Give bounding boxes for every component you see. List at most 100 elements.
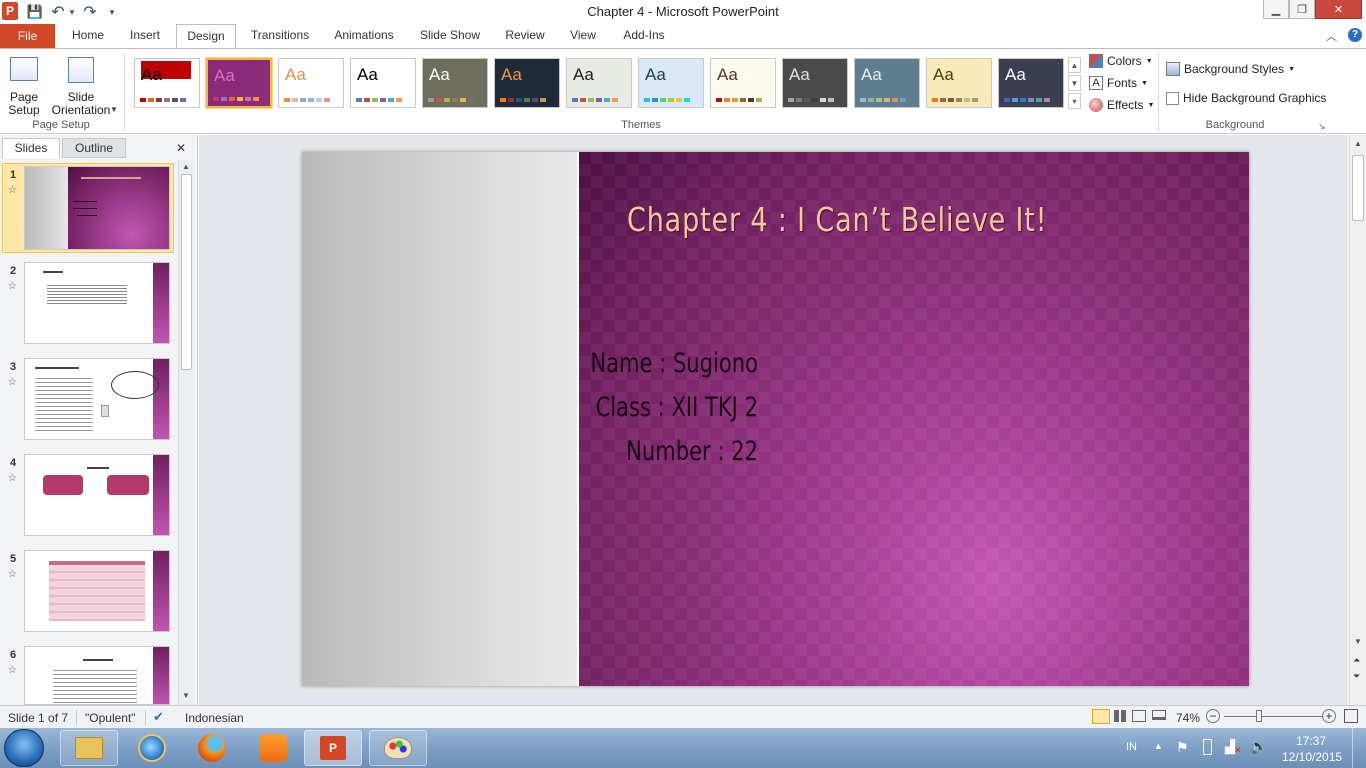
slide-show-view-icon[interactable] [1152, 710, 1166, 720]
zoom-out-icon[interactable]: − [1206, 709, 1220, 723]
clock-time[interactable]: 17:37 [1296, 734, 1326, 748]
clock-date[interactable]: 12/10/2015 [1282, 750, 1342, 764]
theme-thumbnail-8[interactable]: Aa [638, 58, 704, 108]
theme-thumbnail-6[interactable]: Aa [494, 58, 560, 108]
slide-thumbnail-4[interactable] [24, 454, 170, 536]
theme-thumbnail-12[interactable]: Aa [926, 58, 992, 108]
slide-title[interactable]: Chapter 4 : I Can’t Believe It! [627, 200, 1047, 239]
input-language[interactable]: IN [1126, 741, 1137, 753]
tab-file[interactable]: File [0, 24, 55, 48]
normal-view-icon[interactable] [1092, 709, 1110, 724]
theme-color-swatches [860, 98, 906, 102]
background-styles-button[interactable]: Background Styles ▼ [1166, 62, 1295, 76]
group-separator [124, 53, 125, 131]
action-center-flag-icon[interactable]: ⚑ [1176, 739, 1189, 756]
theme-thumbnail-9[interactable]: Aa [710, 58, 776, 108]
tab-add-ins[interactable]: Add-Ins [614, 24, 674, 48]
slide-orientation-button[interactable]: Slide Orientation ▼ [48, 53, 118, 117]
tab-insert[interactable]: Insert [122, 24, 168, 48]
tab-animations[interactable]: Animations [328, 24, 400, 48]
scroll-thumb[interactable] [181, 174, 192, 370]
slide-thumbnail-1[interactable] [24, 166, 170, 250]
zoom-level[interactable]: 74% [1176, 711, 1200, 725]
start-button[interactable] [4, 729, 44, 767]
slide-thumbnail-5[interactable] [24, 550, 170, 632]
effects-button[interactable]: Effects ▼ [1089, 98, 1154, 112]
gallery-scroll-down-button[interactable]: ▼ [1068, 75, 1081, 91]
taskbar-ie-icon[interactable] [138, 734, 166, 762]
close-panel-icon[interactable]: ✕ [176, 141, 186, 155]
theme-color-swatches [428, 98, 474, 102]
thumb-table [49, 561, 145, 621]
tab-review[interactable]: Review [498, 24, 552, 48]
colors-button[interactable]: Colors ▼ [1089, 54, 1153, 68]
tab-outline[interactable]: Outline [62, 138, 126, 158]
zoom-in-icon[interactable]: + [1322, 709, 1336, 723]
title-bar: P 💾 ↶ ▾ ↷ ▾ Chapter 4 - Microsoft PowerP… [0, 0, 1366, 24]
fonts-button[interactable]: A Fonts ▼ [1089, 76, 1148, 90]
help-icon[interactable]: ? [1348, 28, 1362, 42]
slide-sorter-view-icon[interactable] [1114, 710, 1126, 722]
scroll-up-icon[interactable]: ▲ [182, 162, 190, 171]
slide-thumbnail-3[interactable] [24, 358, 170, 440]
language[interactable]: Indonesian [185, 711, 244, 725]
scroll-up-icon[interactable]: ▲ [1354, 139, 1362, 148]
previous-slide-icon[interactable]: ⏶ [1353, 655, 1360, 666]
tab-slides[interactable]: Slides [2, 138, 60, 158]
show-hidden-icons-icon[interactable]: ▲ [1154, 741, 1163, 751]
transition-star-icon: ☆ [8, 569, 17, 580]
volume-icon[interactable]: 🔈 [1250, 738, 1267, 755]
slide-orientation-label-1: Slide [67, 90, 95, 104]
slide-thumbnail-2[interactable] [24, 262, 170, 344]
gallery-scroll-up-button[interactable]: ▲ [1068, 57, 1081, 73]
scroll-down-icon[interactable]: ▼ [1354, 637, 1362, 646]
minimize-ribbon-icon[interactable]: ︿ [1326, 28, 1337, 44]
theme-thumbnail-1[interactable]: Aa [134, 58, 200, 108]
slide-text-class[interactable]: Class : XII TKJ 2 [430, 392, 758, 423]
slide-thumbnail-6[interactable] [24, 646, 170, 705]
show-desktop-button[interactable] [1352, 728, 1366, 768]
theme-thumbnail-2[interactable]: Aa [206, 58, 272, 108]
spell-check-icon[interactable]: ✔ [153, 709, 164, 725]
fit-to-window-icon[interactable] [1344, 709, 1358, 723]
reading-view-icon[interactable] [1132, 710, 1146, 722]
gallery-more-button[interactable]: ▾ [1068, 93, 1081, 109]
taskbar-powerpoint-button[interactable]: P [304, 730, 362, 766]
slide-text-number[interactable]: Number : 22 [430, 436, 758, 467]
theme-thumbnail-4[interactable]: Aa [350, 58, 416, 108]
page-setup-button[interactable]: Page Setup [4, 53, 44, 117]
theme-thumbnail-3[interactable]: Aa [278, 58, 344, 108]
taskbar-explorer-button[interactable] [60, 730, 118, 766]
theme-thumbnail-13[interactable]: Aa [998, 58, 1064, 108]
tab-home[interactable]: Home [64, 24, 112, 48]
slide-text-name[interactable]: Name : Sugiono [430, 348, 758, 379]
dialog-launcher-icon[interactable]: ↘ [1318, 121, 1326, 132]
panel-scrollbar[interactable]: ▲ ▼ [178, 160, 194, 705]
tab-slide-show[interactable]: Slide Show [414, 24, 486, 48]
vertical-scrollbar[interactable]: ▲ ▼ ⏶ ⏷ [1349, 135, 1366, 705]
tab-design[interactable]: Design [176, 24, 236, 49]
theme-thumbnail-5[interactable]: Aa [422, 58, 488, 108]
zoom-slider-thumb[interactable] [1255, 710, 1262, 722]
battery-icon[interactable] [1203, 739, 1212, 755]
hide-background-graphics-checkbox[interactable]: Hide Background Graphics [1166, 91, 1326, 105]
tab-transitions[interactable]: Transitions [244, 24, 316, 48]
next-slide-icon[interactable]: ⏷ [1353, 671, 1360, 682]
scroll-down-icon[interactable]: ▼ [182, 691, 190, 700]
theme-thumbnail-11[interactable]: Aa [854, 58, 920, 108]
taskbar-paint-button[interactable] [369, 730, 427, 766]
current-slide[interactable]: Chapter 4 : I Can’t Believe It! Name : S… [302, 152, 1249, 686]
theme-thumbnail-10[interactable]: Aa [782, 58, 848, 108]
close-button[interactable]: ✕ [1315, 0, 1362, 19]
theme-thumbnail-7[interactable]: Aa [566, 58, 632, 108]
theme-name[interactable]: "Opulent" [85, 711, 136, 725]
scroll-thumb[interactable] [1352, 155, 1364, 221]
minimize-button[interactable]: ▁ [1263, 0, 1289, 19]
zoom-slider-track[interactable] [1224, 716, 1322, 717]
tab-view[interactable]: View [563, 24, 603, 48]
restore-button[interactable]: ❐ [1289, 0, 1315, 19]
page-setup-label-1: Page [9, 90, 39, 104]
taskbar-firefox-icon[interactable] [198, 734, 226, 762]
slide-number: 5 [10, 553, 17, 565]
taskbar-uc-browser-icon[interactable] [259, 734, 287, 762]
